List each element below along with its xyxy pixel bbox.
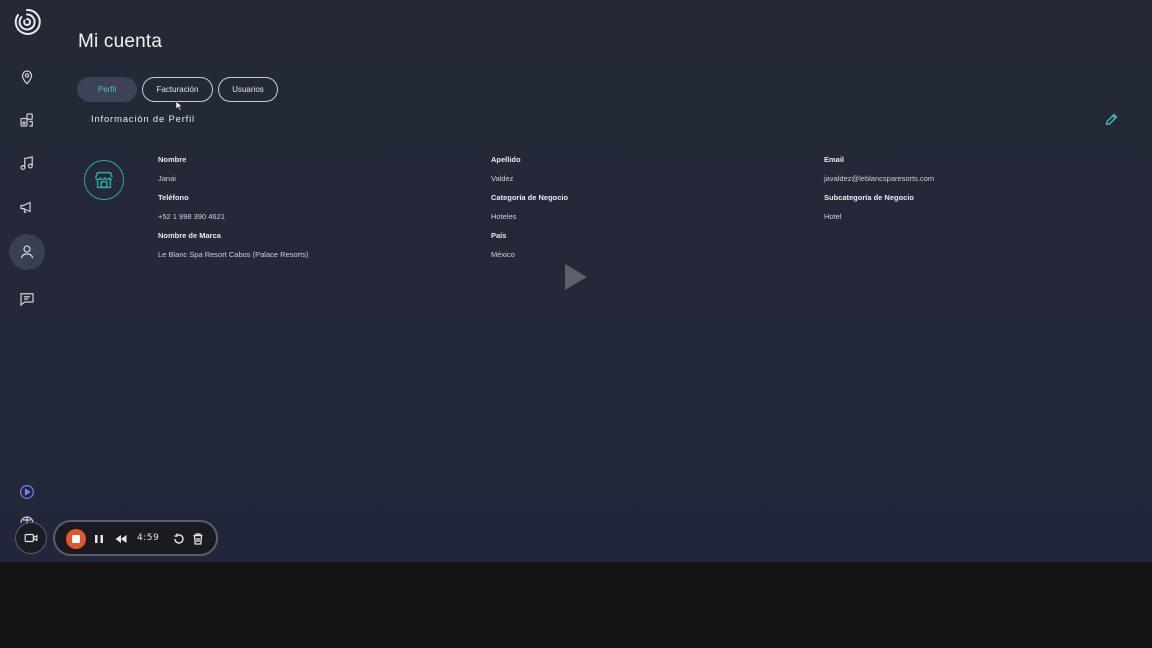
- value-categoria: Hoteles: [491, 212, 517, 221]
- label-telefono: Teléfono: [158, 193, 189, 202]
- value-apellido: Valdez: [491, 174, 514, 183]
- storefront-icon: [95, 171, 113, 189]
- app-window: Mi cuenta Perfil Facturación Usuarios In…: [0, 0, 1152, 562]
- value-nombre: Janai: [158, 174, 176, 183]
- user-icon: [20, 245, 34, 259]
- stop-recording-button[interactable]: [66, 529, 86, 549]
- sidebar-item-messages[interactable]: [9, 281, 45, 317]
- sidebar-item-music[interactable]: [9, 145, 45, 181]
- play-circle-icon: [20, 485, 34, 499]
- tab-usuarios[interactable]: Usuarios: [218, 77, 278, 102]
- video-camera-icon: [24, 533, 38, 543]
- value-marca: Le Blanc Spa Resort Cabos (Palace Resort…: [158, 250, 309, 259]
- megaphone-icon: [20, 201, 31, 213]
- account-tabs: Perfil Facturación Usuarios: [77, 77, 278, 102]
- brand-logo-icon[interactable]: [11, 6, 43, 38]
- business-avatar: [84, 160, 124, 200]
- pause-icon[interactable]: [92, 532, 106, 546]
- tab-facturacion[interactable]: Facturación: [142, 77, 213, 102]
- tab-perfil[interactable]: Perfil: [77, 77, 137, 102]
- value-subcategoria: Hotel: [824, 212, 842, 221]
- value-pais: México: [491, 250, 515, 259]
- map-pin-icon: [21, 70, 33, 85]
- label-email: Email: [824, 155, 845, 164]
- sidebar-item-devices[interactable]: [9, 102, 45, 138]
- sidebar-item-locations[interactable]: [9, 59, 45, 95]
- sidebar-item-announcements[interactable]: [9, 189, 45, 225]
- restart-icon[interactable]: [172, 532, 186, 546]
- camera-toggle-button[interactable]: [15, 522, 47, 554]
- label-subcategoria: Subcategoría de Negocio: [824, 193, 915, 202]
- speaker-device-icon: [20, 113, 33, 127]
- sidebar: [0, 0, 56, 562]
- music-note-icon: [20, 156, 33, 170]
- mouse-cursor-icon: [175, 101, 183, 111]
- section-title: Información de Perfil: [91, 114, 195, 125]
- page-title: Mi cuenta: [78, 31, 163, 52]
- label-pais: País: [491, 231, 507, 240]
- rewind-icon[interactable]: [114, 532, 128, 546]
- stop-icon: [72, 535, 80, 543]
- edit-pencil-icon[interactable]: [1104, 112, 1119, 127]
- label-apellido: Apellido: [491, 155, 521, 164]
- trash-icon[interactable]: [191, 532, 205, 546]
- video-play-icon[interactable]: [563, 262, 589, 292]
- label-nombre: Nombre: [158, 155, 187, 164]
- label-marca: Nombre de Marca: [158, 231, 221, 240]
- recording-timer: 4:59: [137, 533, 160, 543]
- chat-icon: [20, 293, 34, 307]
- value-email: javaldez@leblancsparesorts.com: [824, 174, 935, 183]
- label-categoria: Categoría de Negocio: [491, 193, 569, 202]
- bottom-black-area: [0, 562, 1152, 648]
- value-telefono: +52 1 998 390 4621: [158, 212, 225, 221]
- sidebar-item-account[interactable]: [9, 234, 45, 270]
- recording-toolbar: 4:59: [53, 520, 218, 556]
- sidebar-item-play-video[interactable]: [9, 474, 45, 510]
